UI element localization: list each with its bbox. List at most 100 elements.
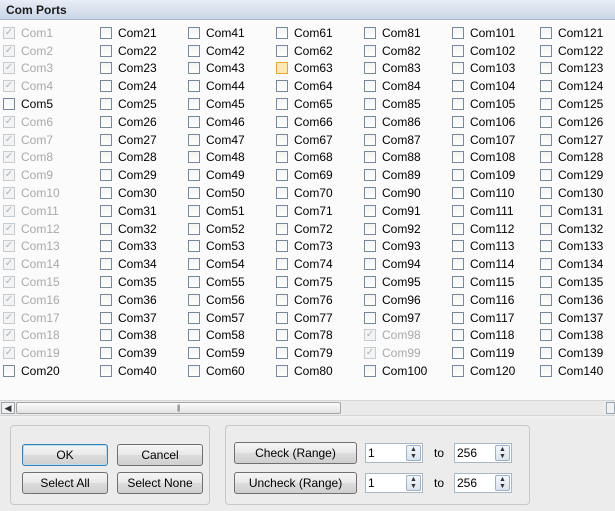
- checkbox[interactable]: [188, 329, 200, 342]
- checkbox[interactable]: [452, 115, 464, 128]
- checkbox[interactable]: [100, 276, 112, 289]
- checkbox[interactable]: [100, 133, 112, 146]
- scroll-right-arrow-icon[interactable]: [606, 402, 615, 414]
- port-checkbox-item[interactable]: Com50: [174, 184, 262, 202]
- port-checkbox-item[interactable]: Com56: [174, 291, 262, 309]
- port-checkbox-item[interactable]: Com65: [262, 95, 350, 113]
- checkbox[interactable]: [452, 329, 464, 342]
- checkbox[interactable]: [188, 44, 200, 57]
- checkbox[interactable]: [188, 258, 200, 271]
- checkbox[interactable]: [276, 222, 288, 235]
- checkbox[interactable]: [452, 98, 464, 111]
- checkbox[interactable]: [452, 311, 464, 324]
- checkbox[interactable]: [540, 222, 552, 235]
- checkbox[interactable]: [452, 276, 464, 289]
- port-checkbox-item[interactable]: Com76: [262, 291, 350, 309]
- port-checkbox-item[interactable]: Com32: [86, 220, 174, 238]
- cancel-button[interactable]: Cancel: [117, 444, 203, 466]
- port-checkbox-item[interactable]: Com84: [350, 77, 438, 95]
- checkbox[interactable]: [364, 258, 376, 271]
- checkbox[interactable]: [188, 222, 200, 235]
- port-checkbox-item[interactable]: Com93: [350, 238, 438, 256]
- port-checkbox-item[interactable]: Com90: [350, 184, 438, 202]
- port-checkbox-item[interactable]: Com117: [438, 309, 526, 327]
- port-checkbox-item[interactable]: Com60: [174, 362, 262, 380]
- port-checkbox-item[interactable]: Com49: [174, 166, 262, 184]
- port-checkbox-item[interactable]: Com61: [262, 24, 350, 42]
- port-checkbox-item[interactable]: Com57: [174, 309, 262, 327]
- checkbox[interactable]: [540, 115, 552, 128]
- checkbox[interactable]: [540, 169, 552, 182]
- checkbox[interactable]: [540, 240, 552, 253]
- port-checkbox-item[interactable]: Com140: [526, 362, 614, 380]
- port-checkbox-item[interactable]: Com129: [526, 166, 614, 184]
- port-checkbox-item[interactable]: Com77: [262, 309, 350, 327]
- port-checkbox-item[interactable]: Com35: [86, 273, 174, 291]
- port-checkbox-item[interactable]: Com59: [174, 344, 262, 362]
- checkbox[interactable]: [540, 187, 552, 200]
- checkbox[interactable]: [276, 329, 288, 342]
- checkbox[interactable]: [188, 204, 200, 217]
- checkbox[interactable]: [100, 329, 112, 342]
- checkbox[interactable]: [100, 80, 112, 93]
- port-checkbox-item[interactable]: Com123: [526, 60, 614, 78]
- checkbox[interactable]: [364, 133, 376, 146]
- port-checkbox-item[interactable]: Com125: [526, 95, 614, 113]
- port-checkbox-item[interactable]: Com104: [438, 77, 526, 95]
- checkbox[interactable]: [276, 26, 288, 39]
- port-checkbox-item[interactable]: Com128: [526, 149, 614, 167]
- checkbox[interactable]: [276, 293, 288, 306]
- port-checkbox-item[interactable]: Com106: [438, 113, 526, 131]
- checkbox[interactable]: [540, 258, 552, 271]
- checkbox[interactable]: [364, 276, 376, 289]
- checkbox[interactable]: [100, 187, 112, 200]
- checkbox[interactable]: [452, 151, 464, 164]
- port-checkbox-item[interactable]: Com51: [174, 202, 262, 220]
- checkbox[interactable]: [276, 169, 288, 182]
- checkbox[interactable]: [276, 151, 288, 164]
- checkbox[interactable]: [540, 329, 552, 342]
- checkbox[interactable]: [364, 169, 376, 182]
- checkbox[interactable]: [276, 258, 288, 271]
- check-range-button[interactable]: Check (Range): [234, 442, 357, 464]
- spinner-arrows-icon[interactable]: ▲ ▼: [406, 445, 421, 461]
- port-checkbox-item[interactable]: Com96: [350, 291, 438, 309]
- spinner-arrows-icon[interactable]: ▲ ▼: [406, 475, 421, 491]
- checkbox[interactable]: [188, 80, 200, 93]
- checkbox[interactable]: [276, 133, 288, 146]
- port-checkbox-item[interactable]: Com119: [438, 344, 526, 362]
- checkbox[interactable]: [276, 62, 288, 75]
- checkbox[interactable]: [100, 293, 112, 306]
- port-checkbox-item[interactable]: Com91: [350, 202, 438, 220]
- port-checkbox-item[interactable]: Com30: [86, 184, 174, 202]
- check-range-from-input[interactable]: [368, 445, 396, 461]
- port-checkbox-item[interactable]: Com67: [262, 131, 350, 149]
- checkbox[interactable]: [540, 62, 552, 75]
- checkbox[interactable]: [452, 293, 464, 306]
- checkbox[interactable]: [452, 204, 464, 217]
- checkbox[interactable]: [188, 62, 200, 75]
- checkbox[interactable]: [100, 258, 112, 271]
- select-all-button[interactable]: Select All: [22, 472, 108, 494]
- port-checkbox-item[interactable]: Com110: [438, 184, 526, 202]
- checkbox[interactable]: [452, 80, 464, 93]
- port-checkbox-item[interactable]: Com22: [86, 42, 174, 60]
- checkbox[interactable]: [100, 169, 112, 182]
- port-checkbox-item[interactable]: Com79: [262, 344, 350, 362]
- port-checkbox-item[interactable]: Com64: [262, 77, 350, 95]
- port-checkbox-item[interactable]: Com29: [86, 166, 174, 184]
- checkbox[interactable]: [3, 365, 15, 378]
- checkbox[interactable]: [364, 222, 376, 235]
- checkbox[interactable]: [276, 80, 288, 93]
- port-checkbox-item[interactable]: Com5: [0, 95, 77, 113]
- checkbox[interactable]: [364, 240, 376, 253]
- port-checkbox-item[interactable]: Com27: [86, 131, 174, 149]
- port-checkbox-item[interactable]: Com108: [438, 149, 526, 167]
- port-checkbox-item[interactable]: Com103: [438, 60, 526, 78]
- port-checkbox-item[interactable]: Com121: [526, 24, 614, 42]
- port-checkbox-item[interactable]: Com34: [86, 255, 174, 273]
- scroll-left-arrow-icon[interactable]: ◀: [1, 402, 15, 414]
- checkbox[interactable]: [540, 347, 552, 360]
- port-checkbox-item[interactable]: Com78: [262, 327, 350, 345]
- port-checkbox-item[interactable]: Com26: [86, 113, 174, 131]
